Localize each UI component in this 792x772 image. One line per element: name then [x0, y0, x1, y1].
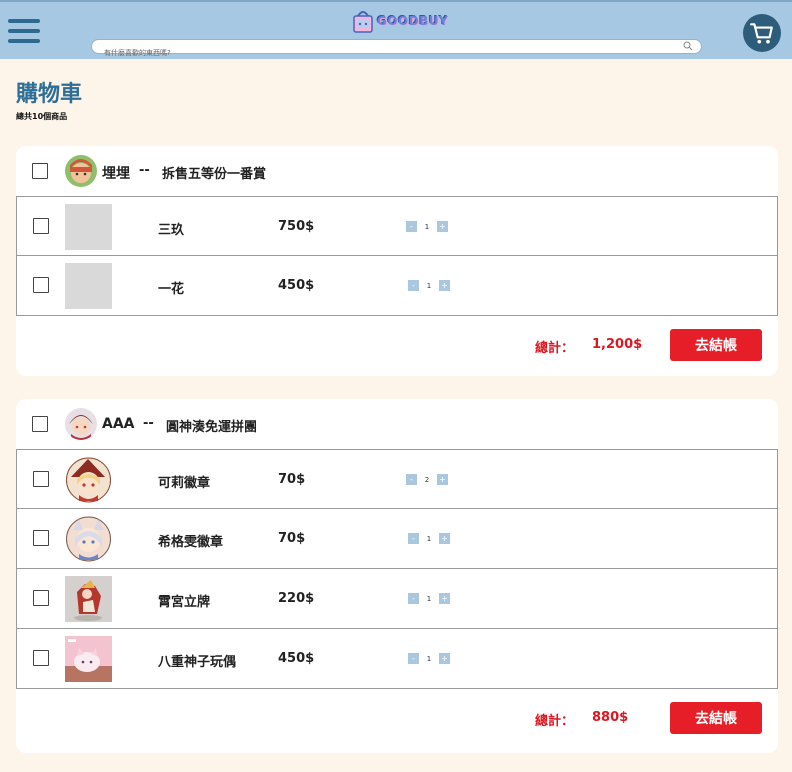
product-name: 八重神子玩偶 — [158, 655, 237, 670]
total-label: 總計： — [535, 341, 575, 356]
product-image — [66, 457, 111, 503]
seller-card: 埋埋 -- 拆售五等份一番賞 三玖 750$ - 1 + 一花 450$ - 1… — [16, 146, 778, 376]
product-image — [66, 516, 111, 562]
seller-name: 埋埋 — [102, 166, 130, 182]
total-value: 1,200$ — [592, 337, 643, 352]
cart-item-row: 三玖 750$ - 1 + — [16, 196, 778, 256]
seller-separator: -- — [143, 416, 154, 431]
seller-footer: 總計： 880$ 去結帳 — [16, 689, 778, 749]
seller-footer: 總計： 1,200$ 去結帳 — [16, 316, 778, 376]
decrease-button[interactable]: - — [408, 533, 419, 544]
quantity-stepper: - 1 + — [408, 653, 450, 664]
item-select-checkbox[interactable] — [33, 650, 49, 666]
product-price: 750$ — [278, 219, 315, 234]
cart-item-row: 霄宮立牌 220$ - 1 + — [16, 569, 778, 629]
product-name: 可莉徽章 — [158, 476, 211, 491]
product-name: 霄宮立牌 — [158, 595, 211, 610]
quantity-value: 1 — [424, 222, 430, 231]
increase-button[interactable]: + — [439, 280, 450, 291]
item-select-checkbox[interactable] — [33, 218, 49, 234]
seller-avatar — [65, 155, 97, 187]
product-price: 450$ — [278, 278, 315, 293]
quantity-stepper: - 1 + — [408, 533, 450, 544]
top-header: GOODBUY — [0, 0, 792, 60]
quantity-value: 1 — [426, 594, 432, 603]
item-select-checkbox[interactable] — [33, 590, 49, 606]
menu-bar — [8, 29, 40, 33]
total-value: 880$ — [592, 710, 629, 725]
quantity-stepper: - 1 + — [408, 280, 450, 291]
item-select-checkbox[interactable] — [33, 471, 49, 487]
bag-logo-icon — [353, 11, 373, 33]
cart-item-row: 一花 450$ - 1 + — [16, 256, 778, 316]
total-label: 總計： — [535, 714, 575, 729]
seller-name: AAA — [102, 416, 135, 432]
seller-listing-title: 圓神湊免運拼團 — [166, 420, 258, 435]
search-icon[interactable] — [683, 41, 693, 51]
quantity-value: 1 — [426, 534, 432, 543]
seller-select-checkbox[interactable] — [32, 163, 48, 179]
cart-icon — [750, 23, 773, 44]
logo-text: GOODBUY — [377, 14, 449, 28]
seller-select-checkbox[interactable] — [32, 416, 48, 432]
quantity-value: 2 — [424, 475, 430, 484]
increase-button[interactable]: + — [439, 653, 450, 664]
quantity-stepper: - 1 + — [406, 221, 448, 232]
product-price: 450$ — [278, 651, 315, 666]
seller-header: AAA -- 圓神湊免運拼團 — [16, 399, 778, 449]
seller-avatar — [65, 408, 97, 440]
product-image — [65, 576, 112, 622]
quantity-value: 1 — [426, 654, 432, 663]
decrease-button[interactable]: - — [406, 474, 417, 485]
decrease-button[interactable]: - — [408, 280, 419, 291]
cart-item-row: 可莉徽章 70$ - 2 + — [16, 449, 778, 509]
page-title: 購物車 — [16, 82, 83, 107]
product-image-placeholder — [65, 263, 112, 309]
product-image-placeholder — [65, 204, 112, 250]
increase-button[interactable]: + — [439, 533, 450, 544]
increase-button[interactable]: + — [437, 474, 448, 485]
product-name: 一花 — [158, 282, 185, 297]
increase-button[interactable]: + — [437, 221, 448, 232]
increase-button[interactable]: + — [439, 593, 450, 604]
product-name: 希格雯徽章 — [158, 535, 224, 550]
decrease-button[interactable]: - — [406, 221, 417, 232]
cart-button[interactable] — [743, 14, 781, 52]
seller-separator: -- — [139, 163, 150, 178]
product-name: 三玖 — [158, 223, 185, 238]
site-logo[interactable]: GOODBUY — [352, 8, 448, 34]
menu-icon[interactable] — [8, 19, 40, 43]
quantity-value: 1 — [426, 281, 432, 290]
item-count: 總共10個商品 — [16, 112, 68, 121]
cart-item-row: 八重神子玩偶 450$ - 1 + — [16, 629, 778, 689]
seller-header: 埋埋 -- 拆售五等份一番賞 — [16, 146, 778, 196]
search-input[interactable] — [92, 46, 662, 60]
item-select-checkbox[interactable] — [33, 530, 49, 546]
product-price: 70$ — [278, 472, 306, 487]
checkout-button[interactable]: 去結帳 — [670, 702, 762, 734]
quantity-stepper: - 1 + — [408, 593, 450, 604]
seller-listing-title: 拆售五等份一番賞 — [162, 167, 267, 182]
quantity-stepper: - 2 + — [406, 474, 448, 485]
menu-bar — [8, 39, 40, 43]
decrease-button[interactable]: - — [408, 593, 419, 604]
search-bar — [91, 39, 702, 60]
product-price: 220$ — [278, 591, 315, 606]
item-select-checkbox[interactable] — [33, 277, 49, 293]
decrease-button[interactable]: - — [408, 653, 419, 664]
cart-item-row: 希格雯徽章 70$ - 1 + — [16, 509, 778, 569]
product-price: 70$ — [278, 531, 306, 546]
seller-card: AAA -- 圓神湊免運拼團 可莉徽章 70$ - 2 + 希格雯徽章 70$ … — [16, 399, 778, 753]
menu-bar — [8, 19, 40, 23]
checkout-button[interactable]: 去結帳 — [670, 329, 762, 361]
product-image — [65, 636, 112, 682]
